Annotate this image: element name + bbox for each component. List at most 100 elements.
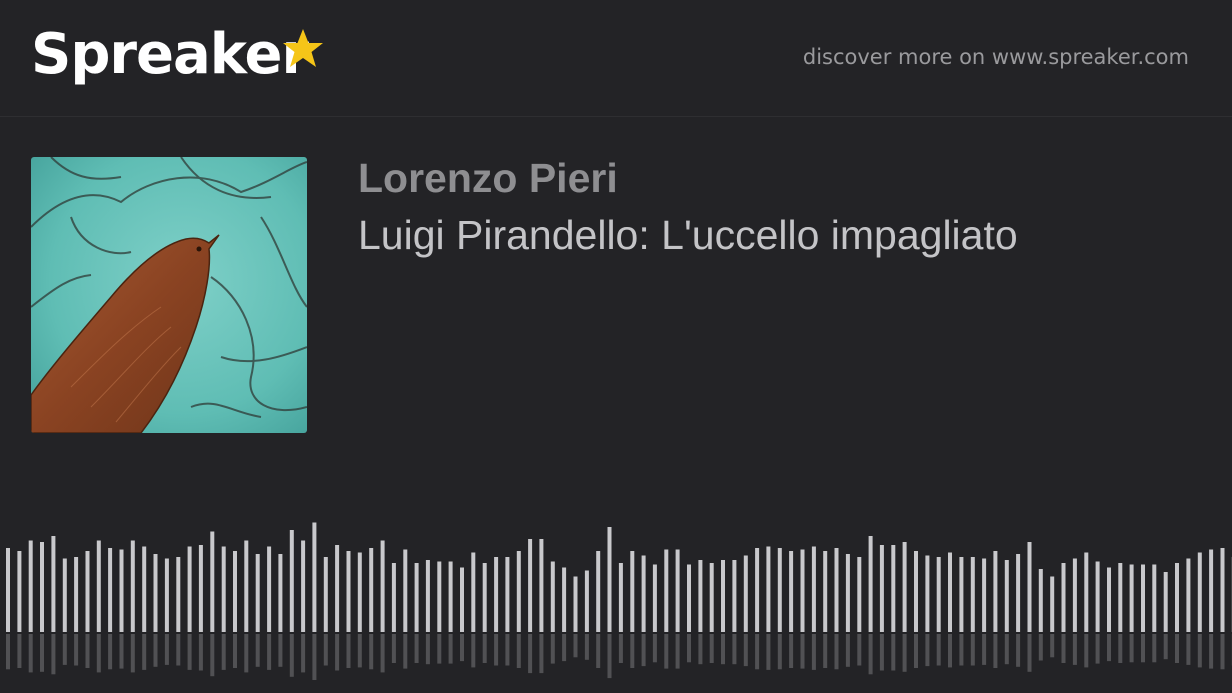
waveform-bar (221, 546, 226, 632)
spreaker-logo[interactable]: Spreaker (31, 20, 309, 90)
waveform-bar-reflection (17, 634, 22, 668)
waveform-bar (755, 548, 760, 632)
waveform-bar (62, 558, 67, 632)
waveform-bar-reflection (494, 634, 499, 666)
waveform-bar (687, 564, 691, 632)
waveform-bar (857, 557, 862, 632)
waveform-bar-reflection (142, 634, 147, 670)
discover-link[interactable]: discover more on www.spreaker.com (803, 45, 1189, 69)
waveform-bar (494, 557, 499, 632)
waveform-bar (153, 554, 158, 632)
waveform-bar-reflection (857, 634, 862, 666)
waveform-bar (1061, 563, 1066, 632)
waveform-bar-reflection (255, 634, 260, 667)
waveform-bar (85, 551, 90, 632)
waveform-bar (1141, 564, 1145, 632)
waveform-bar-reflection (1152, 634, 1157, 663)
waveform-bar-reflection (323, 634, 328, 666)
waveform-bar (301, 540, 306, 632)
waveform-bar-reflection (471, 634, 476, 668)
waveform-bar (1004, 560, 1009, 632)
waveform-bar-reflection (1084, 634, 1089, 668)
waveform-bar (96, 540, 101, 632)
waveform-bar-reflection (346, 634, 351, 668)
waveform-bar-reflection (959, 634, 964, 666)
episode-title[interactable]: Luigi Pirandello: L'uccello impagliato (358, 211, 1018, 259)
waveform-bar-reflection (993, 634, 998, 668)
waveform-bar (357, 552, 362, 632)
waveform-bar (732, 560, 737, 632)
waveform-bar-reflection (528, 634, 533, 674)
waveform-bar (891, 545, 896, 632)
waveform-bar (959, 557, 964, 632)
waveform-bar-reflection (1050, 634, 1055, 658)
waveform-bar (17, 551, 22, 632)
waveform-bar-reflection (301, 634, 306, 673)
waveform-bar (108, 548, 113, 632)
waveform-bar-reflection (596, 634, 601, 668)
waveform-bar-reflection (1016, 634, 1021, 667)
waveform-bar (936, 557, 941, 632)
waveform-bar-reflection (936, 634, 941, 666)
waveform-bar-reflection (210, 634, 215, 677)
waveform-bar-reflection (550, 634, 555, 664)
waveform-bar (198, 545, 203, 632)
waveform-bar-reflection (187, 634, 192, 670)
waveform-bar (607, 527, 612, 632)
waveform-bar-reflection (755, 634, 760, 670)
waveform-bar (789, 551, 794, 632)
waveform-bar (516, 551, 521, 632)
waveform-bar-reflection (618, 634, 623, 663)
waveform-bar-reflection (823, 634, 828, 668)
bird-artwork-icon (31, 157, 307, 433)
episode-author[interactable]: Lorenzo Pieri (358, 154, 618, 202)
waveform-bar-reflection (85, 634, 90, 668)
waveform-bar (573, 576, 578, 632)
waveform-bar (437, 561, 442, 632)
waveform-bar (1072, 558, 1077, 632)
waveform-bar (630, 551, 635, 632)
waveform-bar-reflection (664, 634, 669, 669)
waveform-bar-reflection (28, 634, 33, 673)
waveform-bar (460, 567, 464, 632)
waveform-bar-reflection (380, 634, 385, 673)
waveform-bar (811, 546, 816, 632)
waveform-bar-reflection (96, 634, 101, 673)
waveform-bar-reflection (641, 634, 646, 667)
waveform-bar (51, 536, 56, 632)
waveform-bar-reflection (1038, 634, 1043, 661)
waveform-bar (1129, 564, 1134, 632)
waveform-bar (1084, 552, 1089, 632)
waveform-bar (323, 557, 328, 632)
waveform-bar (244, 540, 249, 632)
waveform-bar-reflection (652, 634, 657, 663)
waveform-bar-reflection (6, 634, 10, 670)
waveform-bar-reflection (766, 634, 771, 670)
waveform-bar (777, 548, 782, 632)
waveform-bar (40, 542, 44, 632)
waveform-bar-reflection (789, 634, 794, 668)
waveform-bar-reflection (1118, 634, 1123, 663)
waveform-bar-reflection (335, 634, 340, 671)
audio-waveform[interactable] (0, 480, 1232, 693)
waveform-bar-reflection (414, 634, 419, 663)
waveform-bar-reflection (403, 634, 408, 669)
waveform-bar-reflection (1197, 634, 1202, 668)
waveform-bar-reflection (777, 634, 782, 670)
waveform-bar-reflection (62, 634, 67, 665)
waveform-bar-reflection (970, 634, 975, 666)
waveform-bar (1107, 567, 1111, 632)
waveform-bar (879, 545, 884, 632)
waveform-bar-reflection (153, 634, 158, 667)
waveform-bar (1152, 564, 1157, 632)
waveform-bar (471, 552, 476, 632)
waveform-bar-reflection (108, 634, 113, 670)
waveform-bar (425, 560, 430, 632)
waveform-bar (289, 530, 294, 632)
waveform-bar-reflection (607, 634, 612, 679)
waveform-bar-reflection (902, 634, 907, 672)
waveform-bar (675, 549, 680, 632)
waveform-bar (6, 548, 10, 632)
waveform-bar-reflection (811, 634, 816, 670)
waveform-bar-reflection (437, 634, 442, 664)
